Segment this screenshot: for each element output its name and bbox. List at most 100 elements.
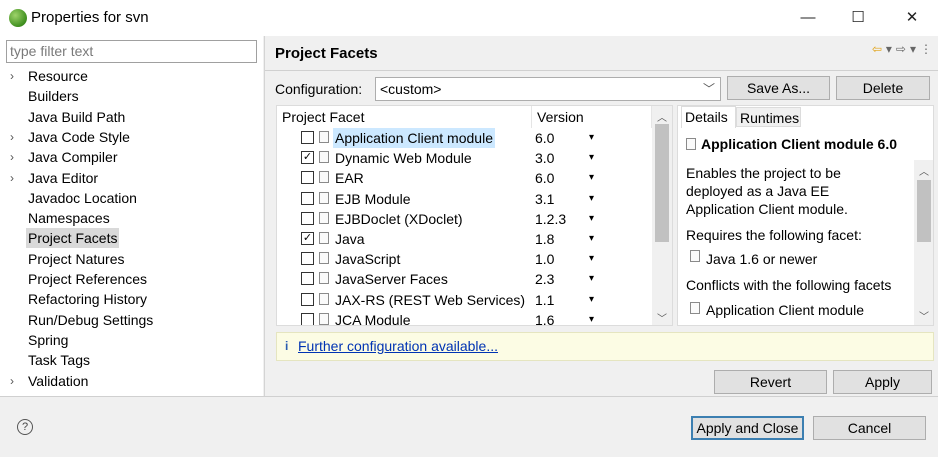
- facet-version[interactable]: 6.0: [535, 128, 554, 148]
- sidebar-item-label: Java Compiler: [28, 149, 118, 166]
- facet-checkbox[interactable]: [301, 272, 314, 286]
- view-menu-icon[interactable]: ⋮: [920, 42, 932, 56]
- chevron-right-icon[interactable]: ›: [10, 168, 22, 188]
- tab-runtimes[interactable]: Runtimes: [736, 107, 801, 127]
- chevron-right-icon[interactable]: ›: [10, 66, 22, 86]
- version-dropdown-icon[interactable]: ▾: [589, 249, 594, 269]
- sidebar-item[interactable]: Project Natures: [26, 249, 126, 269]
- facet-version[interactable]: 1.1: [535, 290, 554, 310]
- minimize-button[interactable]: —: [786, 5, 830, 31]
- facet-checkbox[interactable]: [301, 171, 314, 185]
- facet-checkbox[interactable]: [301, 312, 314, 325]
- facet-checkbox[interactable]: ✓: [301, 151, 314, 165]
- scroll-down-icon[interactable]: ﹀: [919, 308, 929, 323]
- scroll-thumb[interactable]: [917, 180, 931, 242]
- facet-version[interactable]: 2.3: [535, 269, 554, 289]
- revert-button[interactable]: Revert: [714, 370, 827, 394]
- sidebar-item[interactable]: › Resource: [10, 66, 90, 86]
- facet-checkbox[interactable]: [301, 252, 314, 266]
- back-arrow-icon[interactable]: ⇦: [872, 42, 882, 56]
- title-bar: Properties for svn — ☐ ✕: [0, 0, 938, 36]
- further-config-link[interactable]: Further configuration available...: [298, 338, 498, 354]
- sidebar-item-label: Run/Debug Settings: [28, 311, 154, 328]
- maximize-button[interactable]: ☐: [836, 5, 880, 31]
- facets-scrollbar[interactable]: ︿ ﹀: [652, 106, 672, 325]
- facet-checkbox[interactable]: [301, 191, 314, 205]
- delete-button[interactable]: Delete: [836, 76, 930, 100]
- sidebar-item[interactable]: Spring: [26, 330, 70, 350]
- version-dropdown-icon[interactable]: ▾: [589, 229, 594, 249]
- sidebar-item[interactable]: › Java Code Style: [10, 127, 132, 147]
- facet-row[interactable]: JavaScript 1.0 ▾: [277, 249, 653, 269]
- version-dropdown-icon[interactable]: ▾: [589, 128, 594, 148]
- scroll-down-icon[interactable]: ﹀: [657, 310, 667, 325]
- info-bar: i Further configuration available...: [276, 332, 934, 361]
- facet-row[interactable]: JAX-RS (REST Web Services) 1.1 ▾: [277, 290, 653, 310]
- facet-row[interactable]: JavaServer Faces 2.3 ▾: [277, 269, 653, 289]
- scroll-thumb[interactable]: [655, 124, 669, 242]
- sidebar-item[interactable]: › Java Compiler: [10, 147, 119, 167]
- facet-checkbox[interactable]: [301, 292, 314, 306]
- facet-checkbox[interactable]: [301, 131, 314, 144]
- apply-and-close-button[interactable]: Apply and Close: [691, 416, 804, 440]
- version-dropdown-icon[interactable]: ▾: [589, 310, 594, 325]
- facet-checkbox[interactable]: ✓: [301, 232, 314, 245]
- facet-version[interactable]: 3.0: [535, 148, 554, 168]
- footer-divider: [0, 396, 938, 397]
- version-dropdown-icon[interactable]: ▾: [589, 269, 594, 289]
- apply-button[interactable]: Apply: [833, 370, 932, 394]
- sidebar-item[interactable]: Project Facets: [26, 228, 120, 249]
- sidebar-item[interactable]: Builders: [26, 86, 81, 106]
- sidebar-item[interactable]: › Java Editor: [10, 168, 100, 188]
- details-scrollbar[interactable]: ︿ ﹀: [914, 160, 933, 325]
- sidebar-item-label: Spring: [28, 331, 69, 348]
- facet-row[interactable]: JCA Module 1.6 ▾: [277, 310, 653, 325]
- facet-row[interactable]: EJB Module 3.1 ▾: [277, 189, 653, 209]
- sidebar-item[interactable]: Project References: [26, 269, 149, 289]
- facet-row[interactable]: EJBDoclet (XDoclet) 1.2.3 ▾: [277, 209, 653, 229]
- facet-checkbox[interactable]: [301, 211, 314, 225]
- facet-row[interactable]: ✓ Java 1.8 ▾: [277, 229, 653, 249]
- column-header-facet[interactable]: Project Facet: [277, 106, 532, 128]
- column-header-version[interactable]: Version: [532, 106, 652, 128]
- help-icon[interactable]: ?: [17, 419, 33, 435]
- facet-row[interactable]: ✓ Dynamic Web Module 3.0 ▾: [277, 148, 653, 168]
- tab-details[interactable]: Details: [681, 106, 736, 128]
- configuration-select[interactable]: <custom> ﹀: [375, 77, 721, 101]
- forward-arrow-icon[interactable]: ⇨: [896, 42, 906, 56]
- facet-row[interactable]: EAR 6.0 ▾: [277, 168, 653, 188]
- facet-icon: [319, 191, 329, 204]
- sidebar-item[interactable]: Task Tags: [26, 350, 92, 370]
- close-button[interactable]: ✕: [890, 5, 934, 31]
- version-dropdown-icon[interactable]: ▾: [589, 148, 594, 168]
- facet-version[interactable]: 3.1: [535, 189, 554, 209]
- chevron-right-icon[interactable]: ›: [10, 147, 22, 167]
- sidebar-item[interactable]: Run/Debug Settings: [26, 310, 155, 330]
- facet-row[interactable]: Application Client module 6.0 ▾: [277, 128, 653, 148]
- version-dropdown-icon[interactable]: ▾: [589, 290, 594, 310]
- facet-version[interactable]: 1.2.3: [535, 209, 566, 229]
- save-as-button[interactable]: Save As...: [727, 76, 830, 100]
- scroll-up-icon[interactable]: ︿: [657, 109, 667, 124]
- version-dropdown-icon[interactable]: ▾: [589, 209, 594, 229]
- facet-version[interactable]: 1.8: [535, 229, 554, 249]
- chevron-right-icon[interactable]: ›: [10, 371, 22, 391]
- sidebar-item[interactable]: Refactoring History: [26, 289, 149, 309]
- facet-icon: [319, 211, 329, 224]
- sidebar-item[interactable]: Java Build Path: [26, 107, 127, 127]
- facet-version[interactable]: 1.6: [535, 310, 554, 325]
- cancel-button[interactable]: Cancel: [813, 416, 926, 440]
- chevron-right-icon[interactable]: ›: [10, 127, 22, 147]
- forward-menu-icon[interactable]: ▾: [910, 42, 916, 56]
- sidebar-item[interactable]: Namespaces: [26, 208, 112, 228]
- back-menu-icon[interactable]: ▾: [886, 42, 892, 56]
- facet-version[interactable]: 6.0: [535, 168, 554, 188]
- filter-input[interactable]: type filter text: [6, 40, 257, 63]
- details-heading: Application Client module 6.0: [701, 136, 898, 152]
- version-dropdown-icon[interactable]: ▾: [589, 189, 594, 209]
- version-dropdown-icon[interactable]: ▾: [589, 168, 594, 188]
- facet-version[interactable]: 1.0: [535, 249, 554, 269]
- sidebar-item[interactable]: Javadoc Location: [26, 188, 139, 208]
- scroll-up-icon[interactable]: ︿: [919, 163, 929, 178]
- sidebar-item[interactable]: › Validation: [10, 371, 90, 391]
